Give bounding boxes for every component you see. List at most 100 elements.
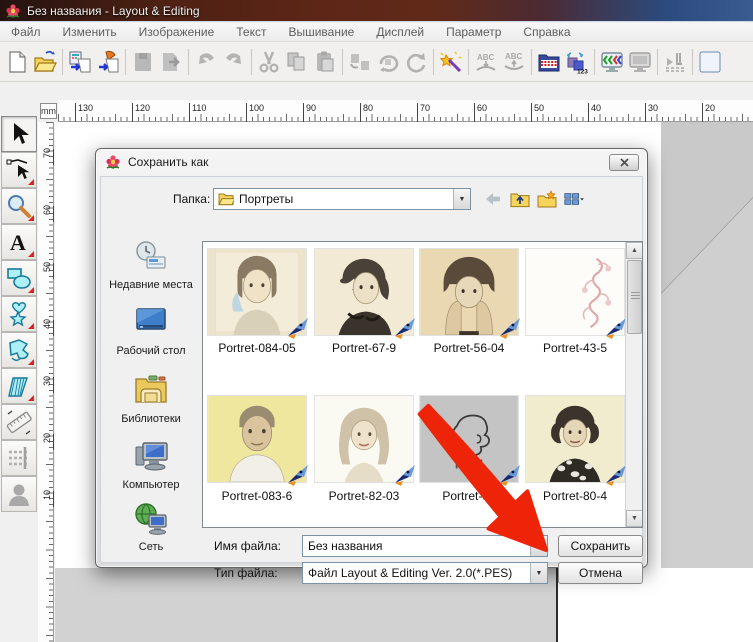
view-menu-icon[interactable] <box>564 190 584 208</box>
folder-dropdown-button[interactable]: ▼ <box>453 189 470 209</box>
menu-image[interactable]: Изображение <box>128 23 226 42</box>
paste-icon[interactable] <box>311 48 339 76</box>
new-document-icon[interactable] <box>3 48 31 76</box>
filename-dropdown-button[interactable]: ▼ <box>530 536 547 556</box>
folder-combobox-value: Портреты <box>234 192 453 206</box>
scroll-down-button[interactable]: ▼ <box>626 510 643 527</box>
undo-icon[interactable] <box>192 48 220 76</box>
copy-icon[interactable] <box>283 48 311 76</box>
open-file-icon[interactable] <box>31 48 59 76</box>
magic-wand-icon[interactable] <box>437 48 465 76</box>
tool-star-shapes[interactable] <box>1 296 37 332</box>
menu-file[interactable]: Файл <box>0 23 52 42</box>
file-name[interactable]: Portret-56-04 <box>416 341 522 355</box>
back-icon[interactable] <box>483 190 503 208</box>
export-icon[interactable] <box>157 48 185 76</box>
scrollbar-thumb[interactable] <box>627 260 642 334</box>
ruler-tick-label: 70 <box>42 145 52 161</box>
svg-text:A: A <box>10 230 26 255</box>
file-thumbnail[interactable] <box>419 248 519 336</box>
sewing-machine-icon[interactable] <box>661 48 689 76</box>
menu-sew[interactable]: Вышивание <box>277 23 365 42</box>
sewing-order-icon[interactable]: 123 <box>563 48 591 76</box>
tool-zoom[interactable] <box>1 188 37 224</box>
toolbar-separator <box>531 49 532 75</box>
save-icon[interactable] <box>129 48 157 76</box>
ruler-tick-label: 50 <box>534 103 544 113</box>
up-folder-icon[interactable] <box>510 190 530 208</box>
tool-freeform[interactable] <box>1 332 37 368</box>
menu-display[interactable]: Дисплей <box>365 23 435 42</box>
file-thumbnail[interactable] <box>525 395 625 483</box>
realistic-view-icon[interactable] <box>598 48 626 76</box>
pes-bird-icon <box>391 316 418 341</box>
folder-combobox[interactable]: Портреты ▼ <box>213 188 471 210</box>
window-title: Без названия - Layout & Editing <box>27 4 200 18</box>
svg-text:ABC: ABC <box>477 53 495 62</box>
file-thumbnail[interactable] <box>314 395 414 483</box>
screen-view-icon[interactable] <box>626 48 654 76</box>
ruler-tick-label: 70 <box>420 103 430 113</box>
tool-manual-punch[interactable] <box>1 368 37 404</box>
import-design-icon[interactable] <box>66 48 94 76</box>
file-name[interactable]: Portret-67-9 <box>311 341 417 355</box>
tool-point-edit[interactable] <box>1 152 37 188</box>
sidebar-item-recent[interactable]: Недавние места <box>103 239 199 292</box>
filetype-dropdown-button[interactable]: ▼ <box>530 563 547 583</box>
file-thumbnail[interactable] <box>207 248 307 336</box>
file-name[interactable]: Portret-82-03 <box>311 489 417 503</box>
sidebar-item-desktop[interactable]: Рабочий стол <box>103 305 199 358</box>
sidebar-item-computer[interactable]: Компьютер <box>103 439 199 492</box>
tool-portrait[interactable] <box>1 476 37 512</box>
cancel-button[interactable]: Отмена <box>558 562 643 584</box>
tool-measure[interactable] <box>1 404 37 440</box>
tool-sewing-attributes[interactable] <box>1 440 37 476</box>
file-thumbnail[interactable] <box>314 248 414 336</box>
horizontal-ruler: 130 120 110 100 90 80 70 60 50 40 30 20 <box>58 100 753 122</box>
redo-icon[interactable] <box>220 48 248 76</box>
menu-edit[interactable]: Изменить <box>52 23 128 42</box>
new-folder-icon[interactable] <box>537 190 557 208</box>
dialog-title-bar[interactable]: Сохранить как <box>96 149 647 175</box>
file-list-scrollbar[interactable]: ▲ ▼ <box>625 242 642 527</box>
import-image-icon[interactable] <box>94 48 122 76</box>
filename-value[interactable]: Без названия <box>303 539 530 553</box>
tool-text[interactable]: A <box>1 224 37 260</box>
cut-icon[interactable] <box>255 48 283 76</box>
file-name[interactable]: Portret-084-05 <box>204 341 310 355</box>
file-name[interactable]: Portret-80-4 <box>522 489 628 503</box>
tool-flyout-indicator <box>28 323 34 329</box>
file-list[interactable]: Portret-084-05 Portret-67-9 <box>202 241 643 528</box>
file-name[interactable]: Portret-81 <box>416 489 522 503</box>
filetype-value[interactable]: Файл Layout & Editing Ver. 2.0(*.PES) <box>303 566 530 580</box>
sidebar-item-network[interactable]: Сеть <box>103 501 199 554</box>
menu-help[interactable]: Справка <box>512 23 581 42</box>
file-thumbnail[interactable] <box>207 395 307 483</box>
filetype-combobox[interactable]: Файл Layout & Editing Ver. 2.0(*.PES) ▼ <box>302 562 548 584</box>
filename-combobox[interactable]: Без названия ▼ <box>302 535 548 557</box>
menu-option[interactable]: Параметр <box>435 23 512 42</box>
desktop-icon <box>133 305 169 339</box>
stitch-library-icon[interactable] <box>535 48 563 76</box>
file-thumbnail[interactable]: KEM LTD <box>419 395 519 483</box>
save-button[interactable]: Сохранить <box>558 535 643 557</box>
dialog-close-button[interactable] <box>609 154 639 171</box>
mirror-icon[interactable] <box>346 48 374 76</box>
tool-select[interactable] <box>1 116 37 152</box>
file-thumbnail[interactable] <box>525 248 625 336</box>
file-name[interactable]: Portret-43-5 <box>522 341 628 355</box>
rotate-icon[interactable] <box>374 48 402 76</box>
kem-logo-subtext: LTD <box>467 471 483 481</box>
refresh-icon[interactable] <box>402 48 430 76</box>
clipped-edge-icon[interactable] <box>696 48 724 76</box>
sidebar-label: Компьютер <box>103 479 199 492</box>
text-arc-up-icon[interactable]: ABC <box>500 48 528 76</box>
scroll-up-button[interactable]: ▲ <box>626 242 643 259</box>
text-arc-down-icon[interactable]: ABC <box>472 48 500 76</box>
tool-shapes[interactable] <box>1 260 37 296</box>
ruler-tick-label: 80 <box>363 103 373 113</box>
file-name[interactable]: Portret-083-6 <box>204 489 310 503</box>
app-flower-icon <box>5 3 21 19</box>
menu-text[interactable]: Текст <box>225 23 277 42</box>
sidebar-item-libraries[interactable]: Библиотеки <box>103 373 199 426</box>
